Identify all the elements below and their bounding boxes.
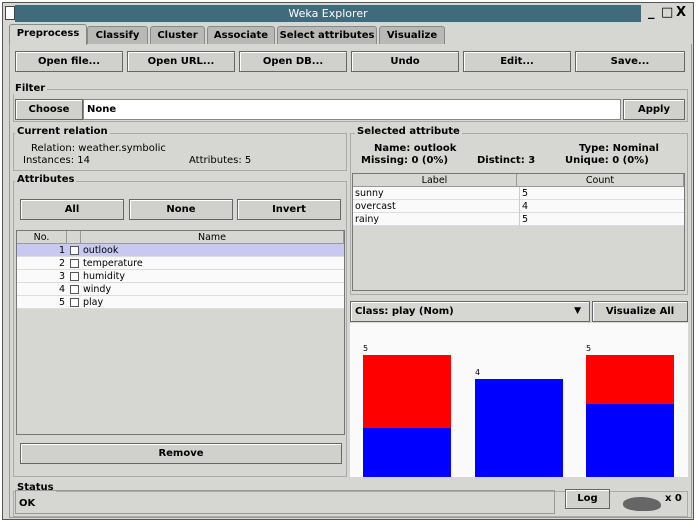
attribute-name: play bbox=[83, 297, 104, 308]
class-select-value: Class: play (Nom) bbox=[355, 306, 454, 317]
column-header-label[interactable]: Label bbox=[353, 174, 517, 187]
tab-cluster[interactable]: Cluster bbox=[150, 26, 205, 44]
tab-classify[interactable]: Classify bbox=[87, 26, 148, 44]
apply-filter-button[interactable]: Apply bbox=[623, 99, 685, 120]
label-cell: overcast bbox=[355, 201, 396, 212]
bar-rainy-segment-1 bbox=[586, 355, 674, 404]
attribute-name: outlook bbox=[83, 245, 119, 256]
relation-name: Relation: weather.symbolic bbox=[31, 143, 166, 154]
count-cell: 5 bbox=[519, 213, 528, 226]
class-distribution-chart: 5 4 5 bbox=[350, 323, 688, 477]
attribute-name: windy bbox=[83, 284, 112, 295]
tab-associate[interactable]: Associate bbox=[207, 26, 275, 44]
attribute-no: 3 bbox=[58, 271, 65, 282]
tab-visualize[interactable]: Visualize bbox=[379, 26, 445, 44]
invert-selection-button[interactable]: Invert bbox=[237, 199, 341, 220]
choose-filter-button[interactable]: Choose bbox=[15, 99, 83, 120]
attribute-no: 5 bbox=[58, 297, 65, 308]
count-cell: 4 bbox=[519, 200, 528, 213]
edit-button[interactable]: Edit... bbox=[463, 51, 571, 72]
tab-select-attributes[interactable]: Select attributes bbox=[277, 26, 377, 44]
task-count: x 0 bbox=[665, 493, 682, 504]
attribute-no: 2 bbox=[58, 258, 65, 269]
attributes-table: No. Name 1 outlook 2 temperature 3 humidity 4 w… bbox=[16, 230, 345, 435]
status-text: OK bbox=[15, 490, 555, 514]
column-header-count[interactable]: Count bbox=[517, 174, 684, 187]
log-button[interactable]: Log bbox=[565, 489, 610, 509]
close-icon[interactable]: X bbox=[676, 5, 686, 20]
visualize-all-button[interactable]: Visualize All bbox=[592, 301, 688, 322]
attribute-checkbox[interactable] bbox=[70, 246, 79, 255]
attribute-checkbox[interactable] bbox=[70, 272, 79, 281]
filter-label: Filter bbox=[13, 83, 48, 94]
weka-bird-icon bbox=[623, 497, 661, 511]
attribute-checkbox[interactable] bbox=[70, 259, 79, 268]
selected-attribute-label: Selected attribute bbox=[355, 126, 462, 137]
attribute-name: Name: outlook bbox=[374, 143, 457, 154]
select-all-button[interactable]: All bbox=[20, 199, 124, 220]
attributes-count: Attributes: 5 bbox=[189, 155, 252, 166]
label-cell: rainy bbox=[355, 214, 380, 225]
attribute-unique: Unique: 0 (0%) bbox=[565, 155, 649, 166]
tab-preprocess[interactable]: Preprocess bbox=[9, 24, 87, 45]
attribute-name: temperature bbox=[83, 258, 143, 269]
label-row[interactable]: rainy 5 bbox=[353, 213, 684, 226]
attribute-name: humidity bbox=[83, 271, 125, 282]
undo-button[interactable]: Undo bbox=[351, 51, 459, 72]
bar-rainy-segment-0 bbox=[586, 403, 674, 477]
class-select[interactable]: Class: play (Nom) ▼ bbox=[350, 301, 590, 322]
label-cell: sunny bbox=[355, 188, 384, 199]
label-count-table: Label Count sunny 5 overcast 4 rainy 5 bbox=[352, 173, 685, 291]
column-header-checkbox[interactable] bbox=[67, 231, 81, 244]
bar-total-label: 4 bbox=[475, 368, 481, 378]
attribute-no: 1 bbox=[58, 245, 65, 256]
attribute-no: 4 bbox=[58, 284, 65, 295]
minimize-icon[interactable]: _ bbox=[648, 5, 655, 20]
title-bar: Weka Explorer bbox=[15, 5, 641, 22]
attribute-type: Type: Nominal bbox=[579, 143, 659, 154]
select-none-button[interactable]: None bbox=[129, 199, 233, 220]
bar-sunny-segment-1 bbox=[363, 355, 451, 429]
bar-sunny-segment-0 bbox=[363, 428, 451, 477]
column-header-name[interactable]: Name bbox=[81, 231, 344, 244]
maximize-icon[interactable]: □ bbox=[661, 5, 673, 20]
instances-count: Instances: 14 bbox=[23, 155, 91, 166]
open-file-button[interactable]: Open file... bbox=[15, 51, 123, 72]
bar-total-label: 5 bbox=[586, 344, 592, 353]
window-menu-icon[interactable] bbox=[5, 6, 15, 20]
open-db-button[interactable]: Open DB... bbox=[239, 51, 347, 72]
attribute-row[interactable]: 2 temperature bbox=[17, 257, 344, 270]
attribute-distinct: Distinct: 3 bbox=[477, 155, 536, 166]
column-header-no[interactable]: No. bbox=[17, 231, 67, 244]
attribute-row[interactable]: 3 humidity bbox=[17, 270, 344, 283]
chevron-down-icon: ▼ bbox=[574, 306, 581, 316]
count-cell: 5 bbox=[519, 187, 528, 200]
current-relation-label: Current relation bbox=[15, 126, 110, 137]
attribute-row[interactable]: 4 windy bbox=[17, 283, 344, 296]
attribute-missing: Missing: 0 (0%) bbox=[361, 155, 449, 166]
open-url-button[interactable]: Open URL... bbox=[127, 51, 235, 72]
weka-explorer-window: Weka Explorer _ □ X Preprocess Classify … bbox=[2, 2, 694, 520]
bar-total-label: 5 bbox=[363, 344, 369, 353]
attribute-row[interactable]: 1 outlook bbox=[17, 244, 344, 257]
attributes-label: Attributes bbox=[15, 174, 77, 185]
save-button[interactable]: Save... bbox=[575, 51, 685, 72]
remove-button[interactable]: Remove bbox=[20, 443, 342, 464]
label-row[interactable]: sunny 5 bbox=[353, 187, 684, 200]
attribute-row[interactable]: 5 play bbox=[17, 296, 344, 309]
attribute-checkbox[interactable] bbox=[70, 298, 79, 307]
attribute-checkbox[interactable] bbox=[70, 285, 79, 294]
filter-field[interactable]: None bbox=[83, 99, 621, 120]
label-row[interactable]: overcast 4 bbox=[353, 200, 684, 213]
bar-overcast-segment-0 bbox=[475, 379, 563, 477]
